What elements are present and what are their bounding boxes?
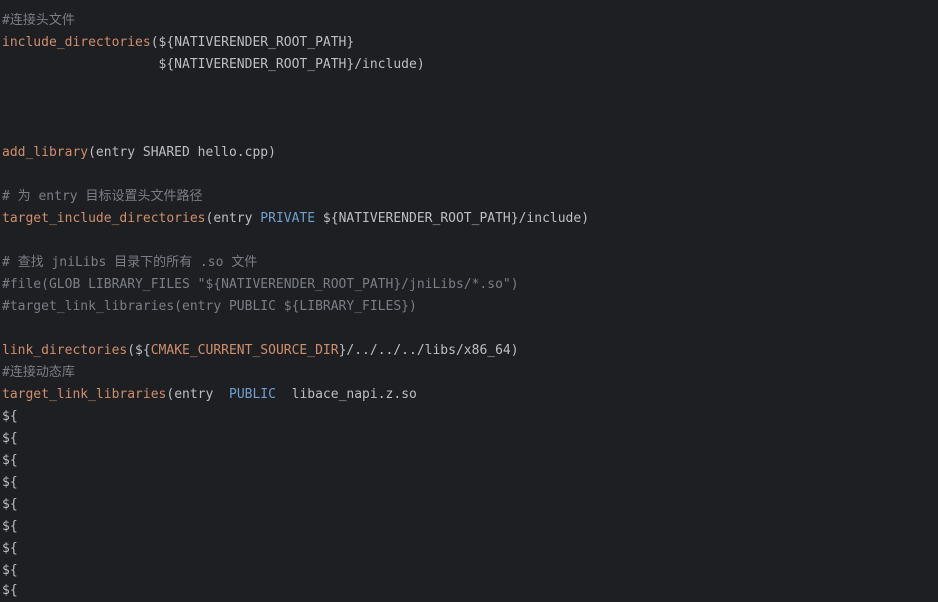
code-line[interactable]: # 查找 jniLibs 目录下的所有 .so 文件 [2,252,257,274]
code-line[interactable]: ${ [2,516,18,538]
code-line[interactable]: include_directories(${NATIVERENDER_ROOT_… [2,32,354,54]
comment: #连接头文件 [2,13,75,28]
code-line[interactable]: target_include_directories(entry PRIVATE… [2,208,589,230]
code-text: ${ [2,497,18,512]
code-editor[interactable]: #连接头文件 include_directories(${NATIVERENDE… [0,0,938,602]
code-line[interactable]: ${ [2,406,18,428]
code-text: ${ [2,563,18,578]
keyword: PUBLIC [229,387,276,402]
code-text: ${ [2,541,18,556]
code-text: ${ [2,519,18,534]
code-text: ${ [2,475,18,490]
code-text: (entry [205,211,261,226]
code-text: (${ [127,343,151,358]
comment: #连接动态库 [2,365,75,380]
function-name: target_include_directories [2,211,206,226]
function-name: include_directories [2,35,151,50]
code-line[interactable]: #连接头文件 [2,10,75,32]
code-line[interactable]: add_library(entry SHARED hello.cpp) [2,142,276,164]
code-line[interactable]: ${ [2,538,18,560]
code-text: ${NATIVERENDER_ROOT_PATH}/include) [2,57,425,72]
code-line[interactable]: ${ [2,560,18,582]
code-text: ${ [2,453,18,468]
code-text: (entry SHARED hello.cpp) [88,145,276,160]
keyword: PRIVATE [260,211,316,226]
variable-name: CMAKE_CURRENT_SOURCE_DIR [150,343,339,358]
code-text: ${ [2,409,18,424]
comment: #target_link_libraries(entry PUBLIC ${LI… [2,299,417,314]
code-line[interactable]: ${ [2,450,18,472]
code-text: libace_napi.z.so [275,387,417,402]
code-line[interactable]: #file(GLOB LIBRARY_FILES "${NATIVERENDER… [2,274,519,296]
code-text: }/../../../libs/x86_64) [338,343,519,358]
code-line[interactable]: ${ [2,494,18,516]
comment: # 查找 jniLibs 目录下的所有 .so 文件 [2,255,258,270]
code-line[interactable]: ${ [2,580,18,602]
code-line[interactable]: #target_link_libraries(entry PUBLIC ${LI… [2,296,417,318]
function-name: target_link_libraries [2,387,167,402]
comment: #file(GLOB LIBRARY_FILES "${NATIVERENDER… [2,277,519,292]
code-text: ${NATIVERENDER_ROOT_PATH}/include) [315,211,590,226]
comment: # 为 entry 目标设置头文件路径 [2,189,203,204]
code-line[interactable]: target_link_libraries(entry PUBLIC libac… [2,384,417,406]
code-text: ${ [2,431,18,446]
code-text: (entry [166,387,229,402]
code-line[interactable]: ${ [2,472,18,494]
code-line[interactable]: #连接动态库 [2,362,75,384]
code-line[interactable]: ${NATIVERENDER_ROOT_PATH}/include) [2,54,425,76]
code-text: (${NATIVERENDER_ROOT_PATH} [150,35,355,50]
code-line[interactable]: # 为 entry 目标设置头文件路径 [2,186,202,208]
function-name: add_library [2,145,89,160]
function-name: link_directories [2,343,128,358]
code-line[interactable]: ${ [2,428,18,450]
code-text: ${ [2,583,18,598]
code-line[interactable]: link_directories(${CMAKE_CURRENT_SOURCE_… [2,340,519,362]
